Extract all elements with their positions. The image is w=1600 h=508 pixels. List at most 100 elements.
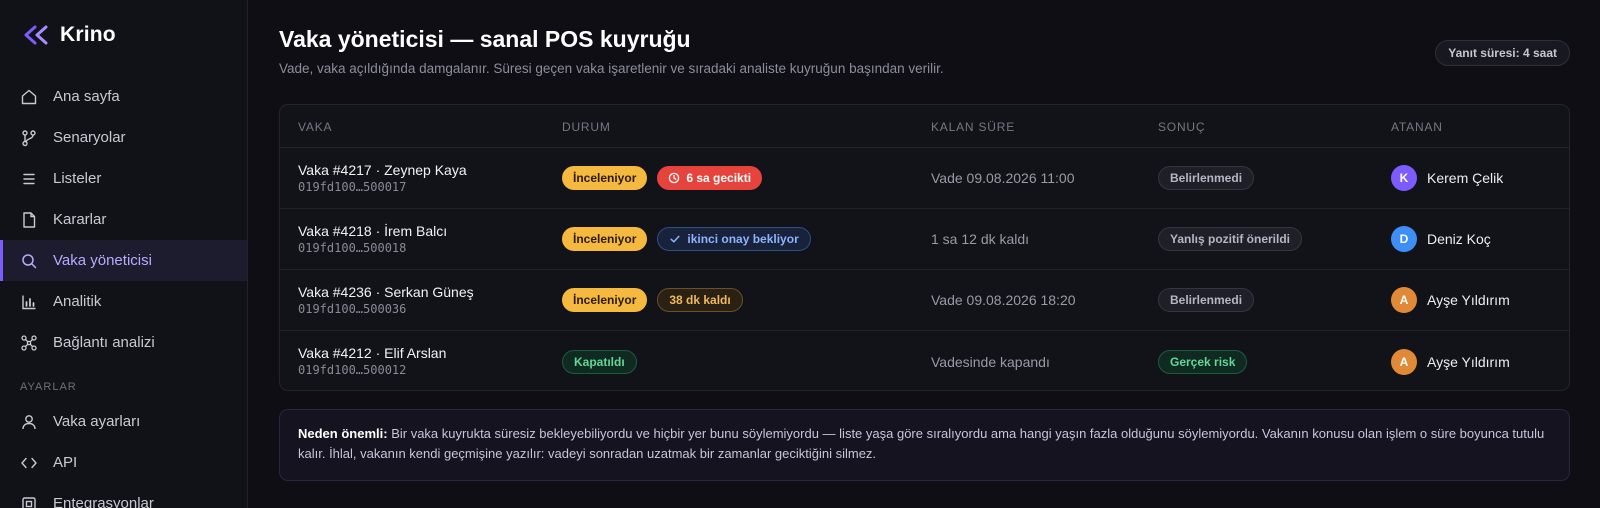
column-header-result[interactable]: SONUÇ — [1158, 120, 1205, 134]
case-title[interactable]: Vaka #4218 · İrem Balcı — [298, 223, 447, 240]
result-cell: Belirlenmedi — [1158, 148, 1255, 208]
search-icon — [20, 252, 38, 270]
sidebar-item-case-settings[interactable]: Vaka ayarları — [0, 401, 247, 442]
case-cell: Vaka #4217 · Zeynep Kaya 019fd100…500017 — [298, 148, 467, 208]
sidebar-item-label: Bağlantı analizi — [53, 334, 155, 351]
sidebar-item-lists[interactable]: Listeler — [0, 158, 247, 199]
column-header-status[interactable]: DURUM — [562, 120, 611, 134]
case-id: 019fd100…500017 — [298, 179, 407, 194]
list-icon — [20, 170, 38, 188]
case-title[interactable]: Vaka #4236 · Serkan Güneş — [298, 284, 474, 301]
remaining-cell: Vade 09.08.2026 18:20 — [931, 292, 1076, 308]
case-cell: Vaka #4218 · İrem Balcı 019fd100…500018 — [298, 209, 447, 269]
result-badge: Gerçek risk — [1158, 349, 1248, 374]
krino-logo-icon — [24, 25, 48, 45]
result-badge: Yanlış pozitif önerildi — [1158, 227, 1303, 251]
result-cell: Yanlış pozitif önerildi — [1158, 209, 1303, 269]
remaining-cell: Vadesinde kapandı — [931, 353, 1050, 370]
assignee-name: Deniz Koç — [1427, 231, 1491, 247]
overdue-label: 6 sa gecikti — [686, 171, 752, 185]
code-icon — [20, 454, 38, 472]
avatar: D — [1391, 226, 1417, 252]
sidebar-nav: Ana sayfa Senaryolar Listeler Kararlar V… — [0, 76, 247, 363]
case-cell: Vaka #4212 · Elif Arslan 019fd100…500012 — [298, 331, 446, 390]
assignee-cell[interactable]: A Ayşe Yıldırım — [1391, 270, 1510, 330]
remaining-cell: Vade 09.08.2026 11:00 — [931, 170, 1075, 186]
case-title[interactable]: Vaka #4217 · Zeynep Kaya — [298, 162, 467, 179]
response-time-badge: Yanıt süresi: 4 saat — [1435, 40, 1570, 66]
sidebar: Krino Ana sayfa Senaryolar Listeler Kara… — [0, 0, 248, 508]
assignee-cell[interactable]: K Kerem Çelik — [1391, 148, 1503, 208]
sidebar-item-decisions[interactable]: Kararlar — [0, 199, 247, 240]
bar-chart-icon — [20, 293, 38, 311]
result-cell: Belirlenmedi — [1158, 270, 1255, 330]
sidebar-item-label: API — [53, 454, 78, 471]
table-row[interactable]: Vaka #4217 · Zeynep Kaya 019fd100…500017… — [280, 148, 1569, 209]
table-row[interactable]: Vaka #4236 · Serkan Güneş 019fd100…50003… — [280, 270, 1569, 331]
sidebar-item-label: Analitik — [53, 293, 102, 310]
sidebar-item-label: Entegrasyonlar — [53, 495, 154, 508]
assignee-name: Kerem Çelik — [1427, 170, 1504, 186]
assignee-cell[interactable]: D Deniz Koç — [1391, 209, 1491, 269]
page-title: Vaka yöneticisi — sanal POS kuyruğu — [279, 26, 691, 52]
sidebar-item-label: Senaryolar — [53, 129, 126, 146]
sidebar-item-label: Kararlar — [53, 211, 107, 228]
result-badge: Belirlenmedi — [1158, 166, 1255, 190]
column-header-case[interactable]: VAKA — [298, 120, 332, 134]
status-cell: İnceleniyor ikinci onay bekliyor — [562, 209, 811, 269]
note-lead: Neden önemli: — [298, 426, 388, 441]
sidebar-item-api[interactable]: API — [0, 442, 247, 483]
column-header-remaining[interactable]: KALAN SÜRE — [931, 120, 1015, 134]
table-row[interactable]: Vaka #4218 · İrem Balcı 019fd100…500018 … — [280, 209, 1569, 270]
remaining-cell: 1 sa 12 dk kaldı — [931, 231, 1030, 247]
brand[interactable]: Krino — [0, 0, 247, 70]
table-row[interactable]: Vaka #4212 · Elif Arslan 019fd100…500012… — [280, 331, 1569, 390]
second-approval-badge: ikinci onay bekliyor — [657, 227, 811, 251]
status-badge: İnceleniyor — [562, 166, 648, 190]
case-id: 019fd100…500012 — [298, 363, 407, 377]
branch-icon — [20, 129, 38, 147]
time-left-badge: 38 dk kaldı — [657, 288, 743, 312]
sidebar-item-label: Ana sayfa — [53, 88, 120, 105]
status-cell: İnceleniyor 6 sa gecikti — [562, 148, 763, 208]
sidebar-item-case-manager[interactable]: Vaka yöneticisi — [0, 240, 247, 281]
sidebar-item-scenarios[interactable]: Senaryolar — [0, 117, 247, 158]
status-badge: İnceleniyor — [562, 288, 648, 312]
status-badge: İnceleniyor — [562, 227, 648, 251]
sidebar-item-analytics[interactable]: Analitik — [0, 281, 247, 322]
second-approval-label: ikinci onay bekliyor — [687, 232, 799, 246]
case-cell: Vaka #4236 · Serkan Güneş 019fd100…50003… — [298, 270, 474, 330]
sidebar-item-label: Vaka yöneticisi — [53, 252, 152, 269]
page-subtitle: Vade, vaka açıldığında damgalanır. Süres… — [279, 61, 944, 76]
sidebar-settings-nav: Vaka ayarları API Entegrasyonlar — [0, 401, 247, 508]
case-table: VAKA DURUM KALAN SÜRE SONUÇ ATANAN Vaka … — [279, 104, 1570, 391]
assignee-cell[interactable]: A Ayşe Yıldırım — [1391, 331, 1510, 390]
avatar: K — [1391, 165, 1417, 191]
clock-icon — [668, 172, 680, 184]
case-id: 019fd100…500036 — [298, 301, 407, 316]
assignee-name: Ayşe Yıldırım — [1427, 292, 1510, 308]
sidebar-item-link-analysis[interactable]: Bağlantı analizi — [0, 322, 247, 363]
table-header: VAKA DURUM KALAN SÜRE SONUÇ ATANAN — [280, 105, 1569, 148]
note-text: Bir vaka kuyrukta süresiz bekleyebiliyor… — [298, 426, 1545, 461]
case-id: 019fd100…500018 — [298, 240, 407, 255]
check-icon — [669, 233, 681, 245]
status-cell: Kapatıldı — [562, 331, 637, 390]
avatar: A — [1391, 348, 1417, 375]
document-icon — [20, 211, 38, 229]
case-title[interactable]: Vaka #4212 · Elif Arslan — [298, 345, 446, 362]
assignee-name: Ayşe Yıldırım — [1427, 353, 1510, 370]
home-icon — [20, 88, 38, 106]
why-it-matters-note: Neden önemli: Bir vaka kuyrukta süresiz … — [279, 409, 1570, 481]
sidebar-item-label: Listeler — [53, 170, 102, 187]
status-badge: Kapatıldı — [562, 349, 637, 374]
user-icon — [20, 413, 38, 431]
sidebar-item-integrations[interactable]: Entegrasyonlar — [0, 483, 247, 508]
sidebar-item-home[interactable]: Ana sayfa — [0, 76, 247, 117]
sidebar-item-label: Vaka ayarları — [53, 413, 141, 430]
plug-icon — [20, 495, 38, 508]
overdue-badge: 6 sa gecikti — [657, 166, 763, 190]
column-header-assignee[interactable]: ATANAN — [1391, 120, 1443, 134]
result-badge: Belirlenmedi — [1158, 288, 1255, 312]
avatar: A — [1391, 287, 1417, 313]
